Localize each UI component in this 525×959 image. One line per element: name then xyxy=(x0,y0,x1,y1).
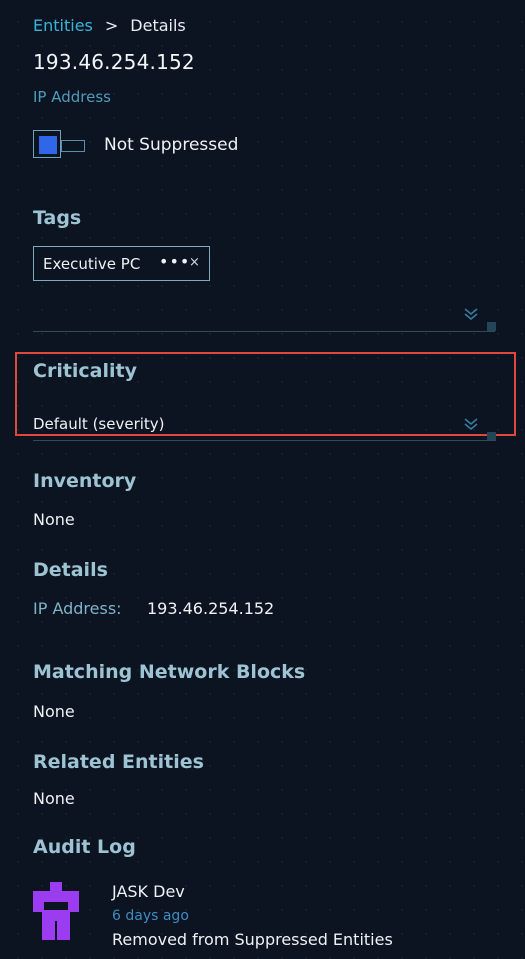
criticality-select-value[interactable]: Default (severity) xyxy=(33,415,165,433)
details-ip-value: 193.46.254.152 xyxy=(147,599,275,618)
audit-entry-user: JASK Dev xyxy=(112,882,185,901)
network-blocks-heading: Matching Network Blocks xyxy=(33,661,306,683)
network-blocks-value: None xyxy=(33,702,75,721)
criticality-heading: Criticality xyxy=(33,360,137,382)
tags-dropdown-chevron-icon[interactable] xyxy=(463,306,479,326)
inventory-heading: Inventory xyxy=(33,470,137,492)
entity-type: IP Address xyxy=(33,88,111,106)
inventory-value: None xyxy=(33,510,75,529)
audit-entry-message: Removed from Suppressed Entities xyxy=(112,930,393,949)
audit-log-heading: Audit Log xyxy=(33,836,136,858)
criticality-select-underline xyxy=(33,440,495,441)
tags-resize-handle[interactable] xyxy=(487,322,496,331)
tags-input-underline xyxy=(33,331,495,332)
tag-label: Executive PC xyxy=(43,255,141,273)
tag-more-icon[interactable]: ••• xyxy=(159,252,190,271)
tags-heading: Tags xyxy=(33,207,82,229)
breadcrumb-link-entities[interactable]: Entities xyxy=(33,16,93,35)
tag-chip[interactable]: Executive PC ••• × xyxy=(33,246,210,281)
related-entities-heading: Related Entities xyxy=(33,751,204,773)
details-heading: Details xyxy=(33,559,108,581)
criticality-dropdown-chevron-icon[interactable] xyxy=(463,416,479,436)
avatar xyxy=(33,882,79,940)
toggle-knob xyxy=(39,136,57,154)
breadcrumb: Entities > Details xyxy=(33,16,186,35)
toggle-knob-frame xyxy=(33,130,61,158)
related-entities-value: None xyxy=(33,789,75,808)
suppression-toggle[interactable] xyxy=(33,130,85,160)
tag-remove-icon[interactable]: × xyxy=(189,255,200,270)
breadcrumb-separator: > xyxy=(104,16,119,35)
audit-entry-time: 6 days ago xyxy=(112,908,189,924)
breadcrumb-current: Details xyxy=(130,16,186,35)
details-ip-label: IP Address: xyxy=(33,599,122,618)
toggle-track xyxy=(61,140,85,152)
page-title: 193.46.254.152 xyxy=(33,50,195,74)
suppression-label: Not Suppressed xyxy=(104,135,239,155)
